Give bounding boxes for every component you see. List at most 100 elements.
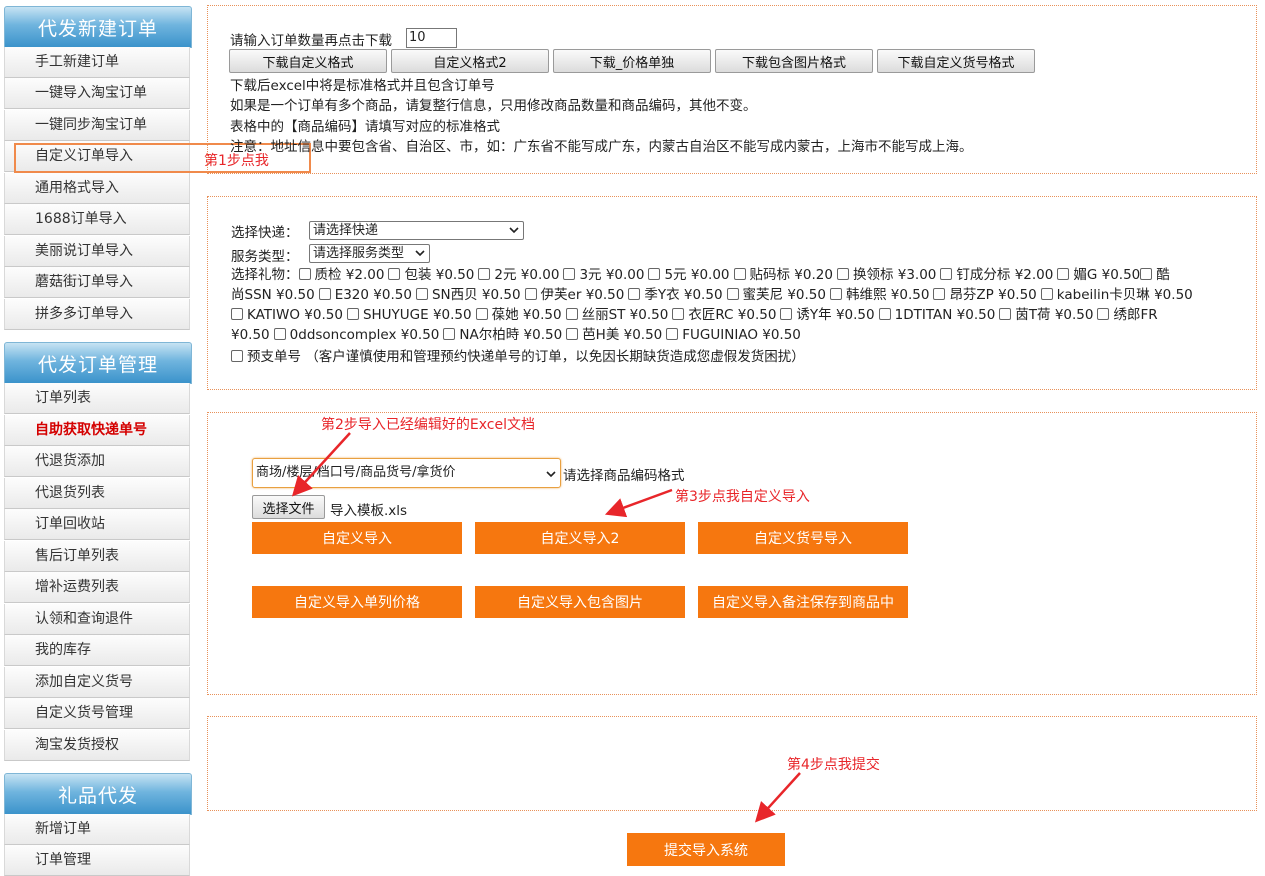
gift-text: 换领标 ¥3.00 — [852, 267, 937, 283]
download-note-4: 注意：地址信息中要包含省、自治区、市，如：广东省不能写成广东，内蒙古自治区不能写… — [230, 139, 973, 155]
download-custom-format-button[interactable]: 下载自定义格式 — [229, 49, 387, 73]
sidebar-item-recycle-bin[interactable]: 订单回收站 — [4, 509, 190, 540]
gift-text: 包装 ¥0.50 — [404, 267, 475, 283]
express-select[interactable]: 请选择快递 — [309, 221, 524, 240]
file-name: 导入模板.xls — [330, 503, 408, 519]
gift-checkbox[interactable] — [478, 268, 491, 280]
choose-file-button[interactable]: 选择文件 — [252, 495, 325, 519]
gift-text: 尚SSN ¥0.50 — [231, 287, 315, 303]
gift-checkbox[interactable] — [940, 268, 953, 280]
gift-checkbox[interactable] — [443, 328, 456, 340]
gift-text: SN西贝 ¥0.50 — [431, 287, 521, 303]
gift-checkbox[interactable] — [999, 308, 1012, 320]
gift-text: 蜜芙尼 ¥0.50 — [742, 287, 826, 303]
sidebar-item-1688-import[interactable]: 1688订单导入 — [4, 204, 190, 235]
gift-text: 衣匠RC ¥0.50 — [688, 307, 777, 323]
gift-checkbox[interactable] — [672, 308, 685, 320]
gift-text: 丝丽ST ¥0.50 — [581, 307, 669, 323]
import-with-images-button[interactable]: 自定义导入包含图片 — [475, 586, 685, 618]
sidebar-item-aftersale-list[interactable]: 售后订单列表 — [4, 541, 190, 572]
gift-checkbox[interactable] — [780, 308, 793, 320]
sidebar-item-manual-order[interactable]: 手工新建订单 — [4, 47, 190, 78]
gift-text: 绣郎FR — [1113, 307, 1158, 323]
gift-checkbox[interactable] — [346, 308, 359, 320]
import-single-price-button[interactable]: 自定义导入单列价格 — [252, 586, 462, 618]
gift-checkbox[interactable] — [524, 288, 537, 300]
sidebar-item-inventory[interactable]: 我的库存 — [4, 635, 190, 666]
download-sku-format-button[interactable]: 下载自定义货号格式 — [877, 49, 1035, 73]
gift-text: ¥0.50 — [231, 327, 270, 343]
gift-checkbox[interactable] — [563, 268, 576, 280]
gift-checkbox[interactable] — [726, 288, 739, 300]
sidebar-item-pdd-import[interactable]: 拼多多订单导入 — [4, 299, 190, 330]
sidebar-item-sku-manage[interactable]: 自定义货号管理 — [4, 698, 190, 729]
import-notes-to-product-button[interactable]: 自定义导入备注保存到商品中 — [698, 586, 908, 618]
gift-text: 2元 ¥0.00 — [494, 267, 560, 283]
sidebar-item-meilishuo-import[interactable]: 美丽说订单导入 — [4, 236, 190, 267]
gift-checkbox[interactable] — [829, 288, 842, 300]
submit-import-button[interactable]: 提交导入系统 — [627, 833, 785, 866]
gift-checkbox[interactable] — [298, 268, 311, 280]
gift-checkbox[interactable] — [878, 308, 891, 320]
sidebar-item-gift-order-manage[interactable]: 订单管理 — [4, 845, 190, 876]
service-select-value: 请选择服务类型 — [313, 246, 405, 261]
gift-line-2: 尚SSN ¥0.50 E320 ¥0.50 SN西贝 ¥0.50 伊芙er ¥0.50… — [231, 285, 1193, 305]
gift-checkbox[interactable] — [565, 308, 578, 320]
gift-checkbox[interactable] — [666, 328, 679, 340]
sidebar-item-add-sku[interactable]: 添加自定义货号 — [4, 667, 190, 698]
custom-import2-button[interactable]: 自定义导入2 — [475, 522, 685, 554]
gift-checkbox[interactable] — [1057, 268, 1070, 280]
sidebar-item-taobao-auth[interactable]: 淘宝发货授权 — [4, 730, 190, 761]
gift-checkbox[interactable] — [318, 288, 331, 300]
custom-import-button[interactable]: 自定义导入 — [252, 522, 462, 554]
gift-checkbox[interactable] — [1097, 308, 1110, 320]
gift-checkbox[interactable] — [733, 268, 746, 280]
gift-checkbox[interactable] — [836, 268, 849, 280]
sidebar-item-new-gift-order[interactable]: 新增订单 — [4, 814, 190, 845]
code-format-select[interactable]: 商场/楼层/档口号/商品货号/拿货价 — [252, 458, 561, 488]
sidebar-item-freight-list[interactable]: 增补运费列表 — [4, 572, 190, 603]
gift-checkbox[interactable] — [566, 328, 579, 340]
sidebar-item-import-taobao[interactable]: 一键导入淘宝订单 — [4, 78, 190, 109]
gift-checkbox[interactable] — [231, 308, 243, 320]
sidebar-item-get-tracking[interactable]: 自助获取快递单号 — [4, 415, 190, 446]
gift-checkbox[interactable] — [388, 268, 401, 280]
sidebar-item-mogujie-import[interactable]: 蘑菇街订单导入 — [4, 267, 190, 298]
gift-checkbox[interactable] — [415, 288, 428, 300]
gift-checkbox[interactable] — [648, 268, 661, 280]
chevron-down-icon — [546, 471, 556, 478]
sidebar-item-sync-taobao[interactable]: 一键同步淘宝订单 — [4, 110, 190, 141]
chevron-down-icon — [415, 250, 425, 257]
custom-format2-button[interactable]: 自定义格式2 — [391, 49, 549, 73]
sidebar-item-add-return[interactable]: 代退货添加 — [4, 446, 190, 477]
sidebar-item-generic-import[interactable]: 通用格式导入 — [4, 173, 190, 204]
gift-checkbox[interactable] — [1140, 268, 1153, 280]
sidebar-item-claim-returns[interactable]: 认领和查询退件 — [4, 604, 190, 635]
chevron-down-icon — [509, 227, 519, 234]
express-select-value: 请选择快递 — [313, 223, 379, 238]
quantity-input[interactable]: 10 — [406, 28, 457, 48]
gift-checkbox[interactable] — [273, 328, 286, 340]
download-note-2: 如果是一个订单有多个商品，请复整行信息，只用修改商品数量和商品编码，其他不变。 — [230, 98, 757, 114]
download-price-separate-button[interactable]: 下载_价格单独 — [553, 49, 711, 73]
gift-text: 芭H美 ¥0.50 — [582, 327, 663, 343]
sidebar-item-order-list[interactable]: 订单列表 — [4, 383, 190, 414]
gift-checkbox[interactable] — [475, 308, 488, 320]
prepaid-checkbox[interactable] — [231, 350, 243, 362]
sidebar-group-title-order-manage: 代发订单管理 — [4, 342, 192, 384]
sidebar-item-return-list[interactable]: 代退货列表 — [4, 478, 190, 509]
custom-sku-import-button[interactable]: 自定义货号导入 — [698, 522, 908, 554]
gift-text: 1DTITAN ¥0.50 — [894, 307, 996, 323]
gift-text: 钉成分标 ¥2.00 — [956, 267, 1054, 283]
gift-text: 3元 ¥0.00 — [579, 267, 645, 283]
express-label: 选择快递： — [231, 225, 299, 241]
download-with-images-button[interactable]: 下载包含图片格式 — [715, 49, 873, 73]
gift-checkbox[interactable] — [933, 288, 946, 300]
service-select[interactable]: 请选择服务类型 — [309, 244, 430, 263]
gift-checkbox[interactable] — [1040, 288, 1053, 300]
gift-text: 季Y衣 ¥0.50 — [644, 287, 723, 303]
gift-checkbox[interactable] — [628, 288, 641, 300]
step2-annotation: 第2步导入已经编辑好的Excel文档 — [321, 417, 535, 433]
gift-text: 媚G ¥0.50 — [1073, 267, 1141, 283]
download-prompt: 请输入订单数量再点击下载 — [230, 33, 392, 49]
